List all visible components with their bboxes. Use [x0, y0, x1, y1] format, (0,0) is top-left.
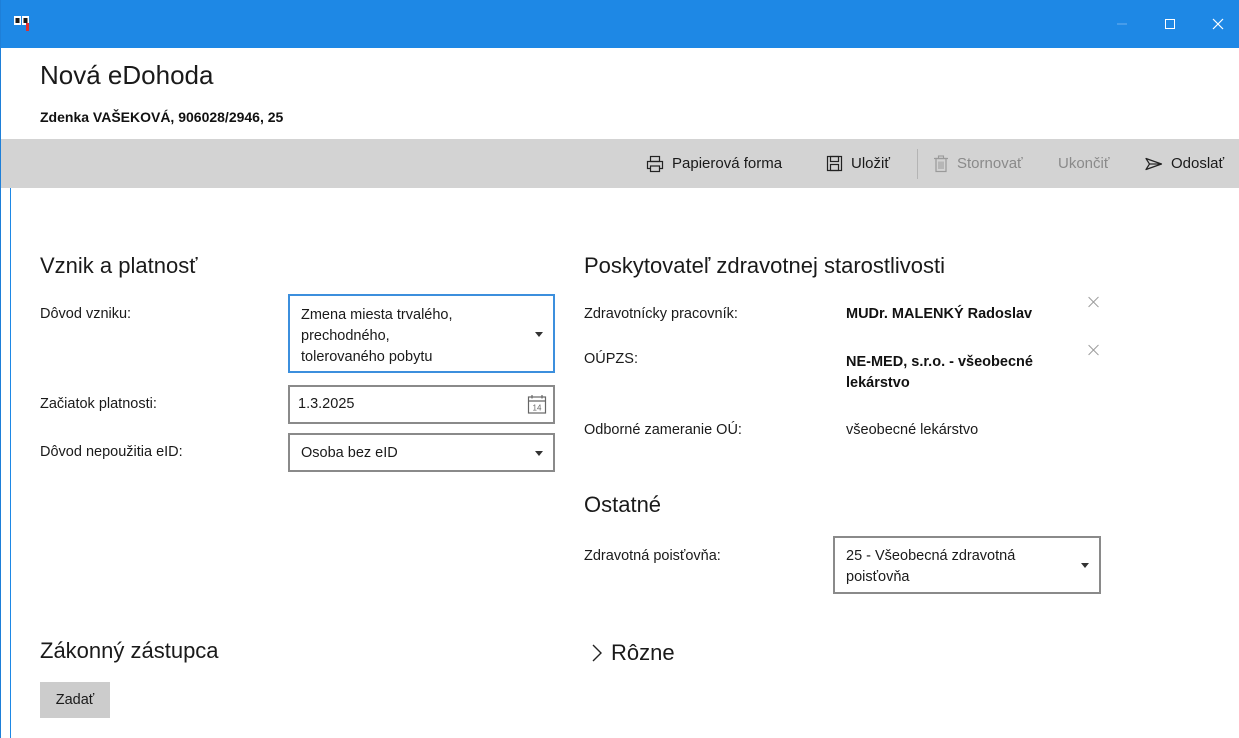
worker-value: MUDr. MALENKÝ Radoslav	[846, 306, 1033, 322]
save-label: Uložiť	[851, 155, 890, 172]
page-title: Nová eDohoda	[40, 60, 214, 90]
send-button[interactable]: Odoslať	[1145, 139, 1224, 188]
cancel-button[interactable]: Stornovať	[933, 139, 1023, 188]
insurer-value-line-1: 25 - Všeobecná zdravotná	[846, 548, 1016, 564]
maximize-button[interactable]	[1147, 0, 1193, 48]
minimize-icon	[1117, 23, 1127, 25]
start-date-label: Začiatok platnosti:	[40, 396, 157, 412]
section-title-vznik: Vznik a platnosť	[40, 253, 198, 278]
oupzs-value-line-2: lekárstvo	[846, 375, 910, 391]
insurer-value-line-2: poisťovňa	[846, 569, 910, 585]
reason-label: Dôvod vzniku:	[40, 306, 132, 322]
send-label: Odoslať	[1171, 155, 1225, 172]
reason-select[interactable]: Zmena miesta trvalého, prechodného, tole…	[288, 294, 555, 373]
chevron-right-icon	[592, 644, 602, 662]
reason-value-line-1: Zmena miesta trvalého,	[301, 307, 453, 323]
section-title-guardian: Zákonný zástupca	[40, 638, 219, 663]
focus-label: Odborné zameranie OÚ:	[584, 422, 742, 438]
oupzs-label: OÚPZS:	[584, 351, 638, 367]
section-title-other: Ostatné	[584, 492, 662, 517]
start-date-value: 1.3.2025	[298, 396, 355, 412]
finish-label: Ukončiť	[1058, 155, 1110, 172]
toolbar: Papierová forma Uložiť Stornovať Ukončiť…	[1, 139, 1239, 188]
focus-strip	[10, 188, 11, 738]
insurer-select[interactable]: 25 - Všeobecná zdravotná poisťovňa	[833, 536, 1101, 594]
maximize-icon	[1165, 19, 1175, 29]
add-guardian-button[interactable]: Zadať	[40, 682, 110, 718]
calendar-icon[interactable]: 14	[527, 394, 547, 414]
eid-reason-label: Dôvod nepoužitia eID:	[40, 444, 183, 460]
send-icon	[1145, 157, 1163, 170]
clear-worker-icon[interactable]	[1088, 296, 1100, 308]
toolbar-separator	[917, 149, 918, 179]
oupzs-value-line-1: NE-MED, s.r.o. - všeobecné	[846, 354, 1033, 370]
calendar-day: 14	[533, 404, 542, 413]
section-title-provider: Poskytovateľ zdravotnej starostlivosti	[584, 253, 946, 278]
chevron-down-icon	[1081, 563, 1089, 568]
chevron-down-icon	[535, 332, 543, 337]
reason-value-line-3: tolerovaného pobytu	[301, 349, 433, 365]
title-bar[interactable]	[1, 0, 1239, 48]
close-icon	[1212, 18, 1224, 30]
eid-reason-value: Osoba bez eID	[301, 445, 398, 461]
expander-rozne[interactable]: Rôzne	[591, 640, 675, 666]
clear-oupzs-icon[interactable]	[1088, 344, 1100, 356]
expander-label: Rôzne	[611, 640, 675, 665]
reason-value-line-2: prechodného,	[301, 328, 390, 344]
trash-icon	[934, 154, 948, 172]
app-logo-icon	[14, 16, 29, 31]
app-window: Nová eDohoda Zdenka VAŠEKOVÁ, 906028/294…	[0, 0, 1239, 738]
minimize-button[interactable]	[1099, 0, 1145, 48]
insurer-label: Zdravotná poisťovňa:	[584, 548, 721, 564]
chevron-down-icon	[535, 451, 543, 456]
cancel-label: Stornovať	[957, 155, 1023, 172]
paper-form-button[interactable]: Papierová forma	[646, 139, 782, 188]
close-button[interactable]	[1195, 0, 1239, 48]
printer-icon	[646, 155, 664, 172]
eid-reason-select[interactable]: Osoba bez eID	[288, 433, 555, 472]
finish-button[interactable]: Ukončiť	[1058, 139, 1109, 188]
paper-form-label: Papierová forma	[672, 155, 783, 172]
start-date-picker[interactable]: 1.3.2025 14	[288, 385, 555, 424]
save-icon	[826, 155, 843, 172]
save-button[interactable]: Uložiť	[826, 139, 890, 188]
worker-label: Zdravotnícky pracovník:	[584, 306, 738, 322]
patient-info: Zdenka VAŠEKOVÁ, 906028/2946, 25	[40, 109, 284, 125]
focus-value: všeobecné lekárstvo	[846, 422, 979, 438]
